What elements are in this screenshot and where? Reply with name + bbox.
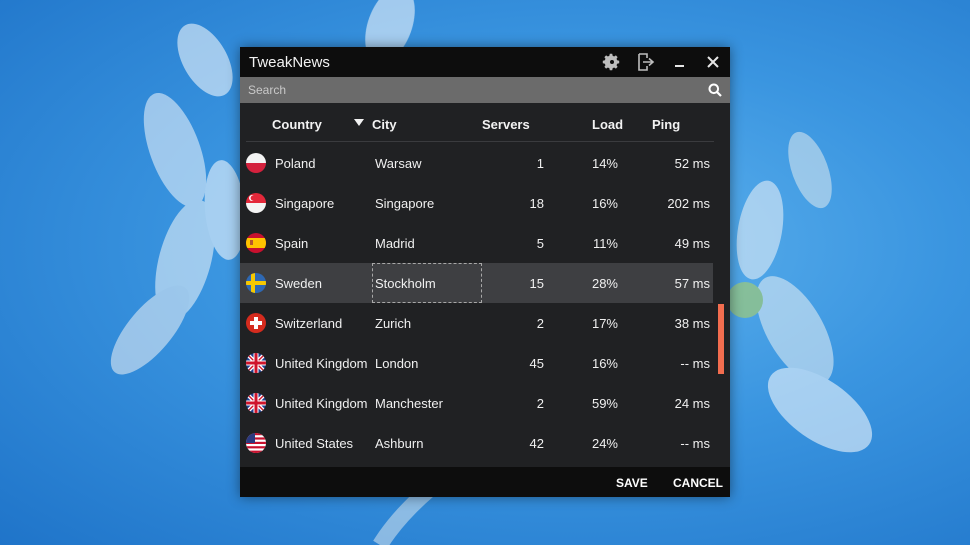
sort-descending-icon: [354, 119, 364, 126]
close-icon[interactable]: [703, 52, 723, 72]
cell-load: 17%: [591, 316, 618, 331]
cell-servers: 1: [536, 156, 544, 171]
column-header-country[interactable]: Country: [272, 117, 322, 132]
column-header-servers[interactable]: Servers: [482, 117, 530, 132]
cell-country: Singapore: [275, 196, 335, 211]
cell-load: 16%: [591, 196, 618, 211]
cell-city: Zurich: [375, 316, 412, 331]
cell-country: Spain: [275, 236, 309, 251]
app-title: TweakNews: [249, 54, 330, 71]
cell-ping: 24 ms: [674, 396, 710, 411]
cell-country: Switzerland: [275, 316, 343, 331]
united-kingdom-flag-icon: [246, 353, 266, 373]
cell-city: Manchester: [375, 396, 443, 411]
cell-ping: -- ms: [680, 356, 710, 371]
cell-country: Poland: [275, 156, 316, 171]
singapore-flag-icon: [246, 193, 266, 213]
cell-ping: 38 ms: [674, 316, 710, 331]
switzerland-flag-icon: [246, 313, 266, 333]
cell-country: United Kingdom: [275, 396, 368, 411]
gear-icon[interactable]: [601, 52, 621, 72]
cell-servers: 15: [529, 276, 544, 291]
table-row[interactable]: Switzerland Zurich 2 17% 38 ms: [240, 303, 713, 343]
cell-city: Madrid: [375, 236, 415, 251]
spain-flag-icon: [246, 233, 266, 253]
table-row[interactable]: United States Ashburn 42 24% -- ms: [240, 423, 713, 463]
title-bar[interactable]: TweakNews: [240, 47, 730, 77]
table-row[interactable]: Poland Warsaw 1 14% 52 ms: [240, 143, 713, 183]
cell-ping: 202 ms: [667, 196, 710, 211]
app-window: TweakNews Country City Servers Load Ping: [240, 47, 730, 497]
search-icon[interactable]: [708, 83, 722, 97]
cell-servers: 18: [529, 196, 544, 211]
cell-city: Ashburn: [375, 436, 424, 451]
cell-ping: 49 ms: [674, 236, 710, 251]
poland-flag-icon: [246, 153, 266, 173]
cell-servers: 2: [536, 396, 544, 411]
cell-load: 24%: [591, 436, 618, 451]
cell-country: United States: [275, 436, 354, 451]
minimize-icon[interactable]: [670, 52, 690, 72]
table-row[interactable]: United Kingdom Manchester 2 59% 24 ms: [240, 383, 713, 423]
cell-servers: 5: [536, 236, 544, 251]
cell-load: 11%: [592, 236, 618, 251]
sweden-flag-icon: [246, 273, 266, 293]
united-kingdom-flag-icon: [246, 393, 266, 413]
cell-city: Singapore: [375, 196, 435, 211]
cell-city: London: [375, 356, 419, 371]
table-row[interactable]: Spain Madrid 5 11% 49 ms: [240, 223, 713, 263]
table-row-selected[interactable]: Sweden Stockholm 15 28% 57 ms: [240, 263, 713, 303]
cell-load: 16%: [591, 356, 618, 371]
table-row[interactable]: United Kingdom London 45 16% -- ms: [240, 343, 713, 383]
logout-icon[interactable]: [635, 52, 655, 72]
cell-city: Stockholm: [375, 276, 436, 291]
save-button[interactable]: SAVE: [616, 476, 648, 490]
column-header-ping[interactable]: Ping: [652, 117, 680, 132]
cell-ping: 57 ms: [674, 276, 710, 291]
table-header: Country City Servers Load Ping: [240, 103, 715, 143]
cell-country: Sweden: [275, 276, 322, 291]
table-row[interactable]: Singapore Singapore 18 16% 202 ms: [240, 183, 713, 223]
cell-ping: 52 ms: [674, 156, 710, 171]
united-states-flag-icon: [246, 433, 266, 453]
cell-load: 59%: [591, 396, 618, 411]
cell-servers: 2: [536, 316, 544, 331]
column-header-load[interactable]: Load: [592, 117, 623, 132]
cell-load: 14%: [591, 156, 618, 171]
cell-servers: 42: [529, 436, 544, 451]
cancel-button[interactable]: CANCEL: [673, 476, 723, 490]
search-input[interactable]: [240, 77, 700, 103]
cell-servers: 45: [529, 356, 544, 371]
column-header-city[interactable]: City: [372, 117, 397, 132]
cell-country: United Kingdom: [275, 356, 368, 371]
scrollbar-thumb[interactable]: [718, 304, 724, 374]
cell-city: Warsaw: [375, 156, 422, 171]
cell-load: 28%: [591, 276, 618, 291]
cell-ping: -- ms: [680, 436, 710, 451]
header-divider: [246, 141, 714, 142]
server-list: Poland Warsaw 1 14% 52 ms Singapore Sing…: [240, 143, 713, 463]
footer-bar: SAVE CANCEL: [240, 467, 730, 497]
search-bar: [240, 77, 730, 103]
